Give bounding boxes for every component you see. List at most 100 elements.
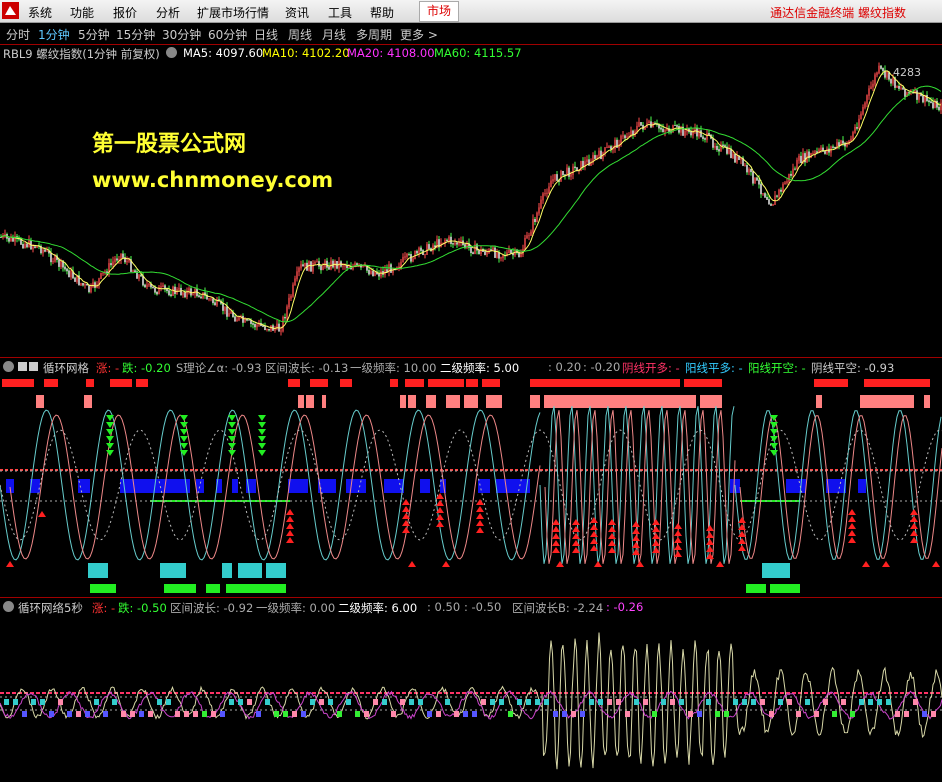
signal-block bbox=[796, 711, 801, 717]
menu-item-analysis[interactable]: 分析 bbox=[156, 4, 180, 21]
signal-block bbox=[490, 699, 495, 705]
signal-bar-red bbox=[428, 379, 464, 387]
signal-block bbox=[931, 711, 936, 717]
period-1min[interactable]: 1分钟 bbox=[38, 26, 70, 43]
down-arrow-icon bbox=[258, 415, 266, 421]
panel2-freq1: 一级频率: 0.00 bbox=[256, 601, 336, 615]
period-tick[interactable]: 分时 bbox=[6, 26, 30, 43]
signal-block bbox=[193, 711, 198, 717]
up-arrow-icon bbox=[594, 561, 602, 567]
panel1-yin-open-long: 阴线开多: - bbox=[622, 361, 680, 375]
up-arrow-icon bbox=[608, 533, 616, 539]
up-arrow-icon bbox=[632, 521, 640, 527]
collapse-icon[interactable] bbox=[166, 47, 177, 58]
signal-block bbox=[832, 711, 837, 717]
ma20-value: MA20: 4108.00 bbox=[347, 46, 435, 60]
down-arrow-icon bbox=[106, 436, 114, 442]
period-weekly[interactable]: 周线 bbox=[288, 26, 312, 43]
signal-block bbox=[562, 711, 567, 717]
panel1-theory-angle: S理论∠α: -0.93 bbox=[176, 361, 262, 375]
watermark-title: 第一股票公式网 bbox=[92, 132, 247, 157]
up-arrow-icon bbox=[436, 521, 444, 527]
signal-bar-red bbox=[110, 379, 132, 387]
menu-item-function[interactable]: 功能 bbox=[70, 4, 94, 21]
up-arrow-icon bbox=[286, 537, 294, 543]
cycle-network-5s-chart[interactable] bbox=[0, 615, 942, 781]
panel2-collapse-icon[interactable] bbox=[3, 601, 14, 612]
panel2-freq2: 二级频率: 6.00 bbox=[338, 601, 418, 615]
signal-block bbox=[634, 699, 639, 705]
up-arrow-icon bbox=[738, 517, 746, 523]
signal-bar-blue bbox=[232, 479, 238, 493]
menu-item-news[interactable]: 资讯 bbox=[285, 4, 309, 21]
panel1-collapse-icon[interactable] bbox=[3, 361, 14, 372]
signal-block bbox=[760, 699, 765, 705]
signal-block bbox=[40, 699, 45, 705]
menu-item-help[interactable]: 帮助 bbox=[370, 4, 394, 21]
signal-bar-pink bbox=[816, 395, 822, 408]
up-arrow-icon bbox=[652, 540, 660, 546]
signal-bar-red bbox=[405, 379, 424, 387]
down-arrow-icon bbox=[228, 436, 236, 442]
signal-bar-red bbox=[684, 379, 722, 387]
signal-block bbox=[364, 711, 369, 717]
up-arrow-icon bbox=[848, 509, 856, 515]
signal-bar-green bbox=[746, 584, 766, 593]
up-arrow-icon bbox=[590, 531, 598, 537]
up-arrow-icon bbox=[590, 517, 598, 523]
up-arrow-icon bbox=[476, 506, 484, 512]
signal-block bbox=[238, 699, 243, 705]
panel1-up: 涨: - bbox=[96, 361, 120, 375]
signal-block bbox=[625, 711, 630, 717]
cycle-grid-indicator-chart[interactable] bbox=[0, 375, 942, 597]
down-arrow-icon bbox=[106, 443, 114, 449]
period-more[interactable]: 更多 > bbox=[400, 26, 438, 43]
up-arrow-icon bbox=[674, 530, 682, 536]
signal-block bbox=[49, 711, 54, 717]
signal-bar-blue bbox=[478, 479, 490, 493]
signal-block bbox=[751, 699, 756, 705]
up-arrow-icon bbox=[552, 547, 560, 553]
period-15min[interactable]: 15分钟 bbox=[116, 26, 155, 43]
signal-block bbox=[661, 699, 666, 705]
signal-bar-red bbox=[2, 379, 34, 387]
signal-bar-red bbox=[530, 379, 680, 387]
down-arrow-icon bbox=[228, 443, 236, 449]
up-arrow-icon bbox=[608, 526, 616, 532]
period-30min[interactable]: 30分钟 bbox=[162, 26, 201, 43]
period-monthly[interactable]: 月线 bbox=[322, 26, 346, 43]
up-arrow-icon bbox=[848, 523, 856, 529]
period-5min[interactable]: 5分钟 bbox=[78, 26, 110, 43]
up-arrow-icon bbox=[636, 561, 644, 567]
period-daily[interactable]: 日线 bbox=[254, 26, 278, 43]
panel1-range-wave: 区间波长: -0.13 bbox=[265, 361, 349, 375]
period-60min[interactable]: 60分钟 bbox=[208, 26, 247, 43]
up-arrow-icon bbox=[632, 542, 640, 548]
signal-bar-pink bbox=[322, 395, 326, 408]
main-candlestick-chart[interactable]: 4283 bbox=[0, 61, 942, 357]
panel1-header: 循环网格 涨: - 跌: -0.20 S理论∠α: -0.93 区间波长: -0… bbox=[0, 359, 942, 375]
up-arrow-icon bbox=[402, 506, 410, 512]
signal-block bbox=[247, 699, 252, 705]
menu-item-tools[interactable]: 工具 bbox=[328, 4, 352, 21]
panel2-v2: : -0.50 bbox=[464, 600, 502, 614]
signal-bar-green bbox=[770, 584, 800, 593]
down-arrow-icon bbox=[258, 443, 266, 449]
down-arrow-icon bbox=[180, 422, 188, 428]
down-arrow-icon bbox=[770, 436, 778, 442]
signal-block bbox=[499, 699, 504, 705]
period-multi[interactable]: 多周期 bbox=[356, 26, 392, 43]
menu-item-extended-market[interactable]: 扩展市场行情 bbox=[197, 4, 269, 21]
signal-block bbox=[688, 711, 693, 717]
signal-block bbox=[112, 699, 117, 705]
market-button[interactable]: 市场 bbox=[419, 1, 459, 22]
signal-bar-blue bbox=[6, 479, 14, 493]
signal-bar-red bbox=[466, 379, 478, 387]
signal-block bbox=[445, 699, 450, 705]
panel1-down: 跌: -0.20 bbox=[122, 361, 171, 375]
menu-item-system[interactable]: 系统 bbox=[28, 4, 52, 21]
menu-item-quote[interactable]: 报价 bbox=[113, 4, 137, 21]
signal-block bbox=[220, 711, 225, 717]
signal-bar-red bbox=[390, 379, 398, 387]
signal-block bbox=[922, 711, 927, 717]
